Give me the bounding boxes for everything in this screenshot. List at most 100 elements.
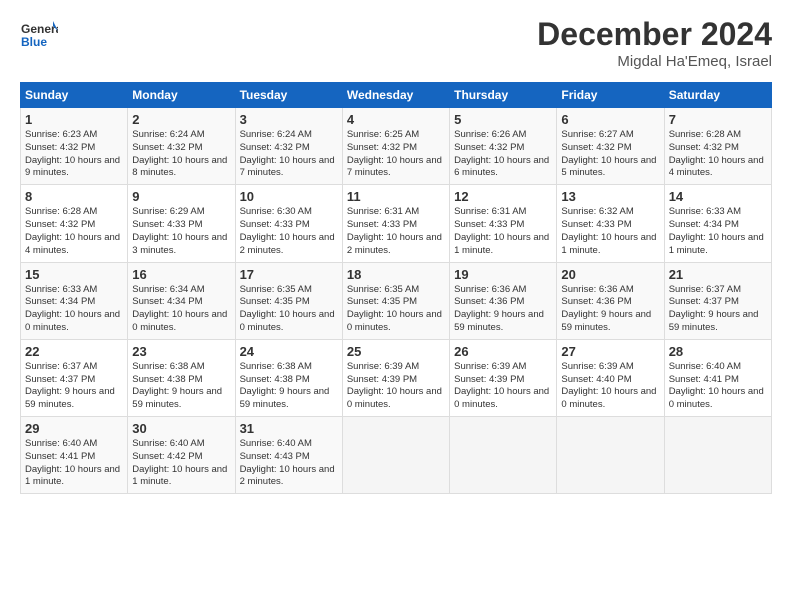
day-info: Sunrise: 6:37 AMSunset: 4:37 PMDaylight:… [25, 361, 123, 412]
table-cell: 13 Sunrise: 6:32 AMSunset: 4:33 PMDaylig… [557, 185, 664, 262]
table-cell: 28 Sunrise: 6:40 AMSunset: 4:41 PMDaylig… [664, 339, 771, 416]
day-number: 19 [454, 267, 552, 282]
day-info: Sunrise: 6:31 AMSunset: 4:33 PMDaylight:… [454, 206, 552, 257]
day-info: Sunrise: 6:35 AMSunset: 4:35 PMDaylight:… [240, 284, 338, 335]
day-number: 7 [669, 112, 767, 127]
header: General Blue December 2024 Migdal Ha'Eme… [20, 16, 772, 70]
day-info: Sunrise: 6:39 AMSunset: 4:39 PMDaylight:… [454, 361, 552, 412]
day-number: 2 [132, 112, 230, 127]
table-cell: 10 Sunrise: 6:30 AMSunset: 4:33 PMDaylig… [235, 185, 342, 262]
table-cell: 2 Sunrise: 6:24 AMSunset: 4:32 PMDayligh… [128, 108, 235, 185]
day-number: 11 [347, 189, 445, 204]
table-cell: 6 Sunrise: 6:27 AMSunset: 4:32 PMDayligh… [557, 108, 664, 185]
day-info: Sunrise: 6:25 AMSunset: 4:32 PMDaylight:… [347, 129, 445, 180]
day-number: 30 [132, 421, 230, 436]
day-info: Sunrise: 6:39 AMSunset: 4:39 PMDaylight:… [347, 361, 445, 412]
day-info: Sunrise: 6:30 AMSunset: 4:33 PMDaylight:… [240, 206, 338, 257]
table-cell: 26 Sunrise: 6:39 AMSunset: 4:39 PMDaylig… [450, 339, 557, 416]
day-number: 1 [25, 112, 123, 127]
table-cell: 14 Sunrise: 6:33 AMSunset: 4:34 PMDaylig… [664, 185, 771, 262]
day-number: 22 [25, 344, 123, 359]
day-info: Sunrise: 6:35 AMSunset: 4:35 PMDaylight:… [347, 284, 445, 335]
table-cell: 11 Sunrise: 6:31 AMSunset: 4:33 PMDaylig… [342, 185, 449, 262]
day-number: 16 [132, 267, 230, 282]
day-info: Sunrise: 6:38 AMSunset: 4:38 PMDaylight:… [132, 361, 230, 412]
month-title: December 2024 [537, 16, 772, 53]
table-cell: 20 Sunrise: 6:36 AMSunset: 4:36 PMDaylig… [557, 262, 664, 339]
day-info: Sunrise: 6:24 AMSunset: 4:32 PMDaylight:… [240, 129, 338, 180]
table-cell: 24 Sunrise: 6:38 AMSunset: 4:38 PMDaylig… [235, 339, 342, 416]
calendar-row: 15 Sunrise: 6:33 AMSunset: 4:34 PMDaylig… [21, 262, 772, 339]
table-cell: 7 Sunrise: 6:28 AMSunset: 4:32 PMDayligh… [664, 108, 771, 185]
day-info: Sunrise: 6:28 AMSunset: 4:32 PMDaylight:… [25, 206, 123, 257]
table-cell: 1 Sunrise: 6:23 AMSunset: 4:32 PMDayligh… [21, 108, 128, 185]
day-info: Sunrise: 6:40 AMSunset: 4:41 PMDaylight:… [25, 438, 123, 489]
day-info: Sunrise: 6:28 AMSunset: 4:32 PMDaylight:… [669, 129, 767, 180]
day-info: Sunrise: 6:24 AMSunset: 4:32 PMDaylight:… [132, 129, 230, 180]
location: Migdal Ha'Emeq, Israel [537, 53, 772, 70]
day-info: Sunrise: 6:32 AMSunset: 4:33 PMDaylight:… [561, 206, 659, 257]
table-cell: 30 Sunrise: 6:40 AMSunset: 4:42 PMDaylig… [128, 417, 235, 494]
day-number: 23 [132, 344, 230, 359]
day-info: Sunrise: 6:26 AMSunset: 4:32 PMDaylight:… [454, 129, 552, 180]
day-info: Sunrise: 6:31 AMSunset: 4:33 PMDaylight:… [347, 206, 445, 257]
day-number: 10 [240, 189, 338, 204]
day-info: Sunrise: 6:33 AMSunset: 4:34 PMDaylight:… [25, 284, 123, 335]
table-cell: 23 Sunrise: 6:38 AMSunset: 4:38 PMDaylig… [128, 339, 235, 416]
day-number: 13 [561, 189, 659, 204]
day-number: 21 [669, 267, 767, 282]
table-cell: 29 Sunrise: 6:40 AMSunset: 4:41 PMDaylig… [21, 417, 128, 494]
day-number: 9 [132, 189, 230, 204]
table-cell: 16 Sunrise: 6:34 AMSunset: 4:34 PMDaylig… [128, 262, 235, 339]
table-cell: 18 Sunrise: 6:35 AMSunset: 4:35 PMDaylig… [342, 262, 449, 339]
day-info: Sunrise: 6:40 AMSunset: 4:41 PMDaylight:… [669, 361, 767, 412]
day-number: 5 [454, 112, 552, 127]
table-cell: 27 Sunrise: 6:39 AMSunset: 4:40 PMDaylig… [557, 339, 664, 416]
header-monday: Monday [128, 83, 235, 108]
calendar-body: 1 Sunrise: 6:23 AMSunset: 4:32 PMDayligh… [21, 108, 772, 494]
day-number: 3 [240, 112, 338, 127]
day-number: 15 [25, 267, 123, 282]
page: General Blue December 2024 Migdal Ha'Eme… [0, 0, 792, 504]
day-info: Sunrise: 6:34 AMSunset: 4:34 PMDaylight:… [132, 284, 230, 335]
table-cell: 4 Sunrise: 6:25 AMSunset: 4:32 PMDayligh… [342, 108, 449, 185]
table-cell: 22 Sunrise: 6:37 AMSunset: 4:37 PMDaylig… [21, 339, 128, 416]
day-info: Sunrise: 6:37 AMSunset: 4:37 PMDaylight:… [669, 284, 767, 335]
calendar-row: 1 Sunrise: 6:23 AMSunset: 4:32 PMDayligh… [21, 108, 772, 185]
day-number: 20 [561, 267, 659, 282]
header-friday: Friday [557, 83, 664, 108]
day-number: 6 [561, 112, 659, 127]
header-saturday: Saturday [664, 83, 771, 108]
header-tuesday: Tuesday [235, 83, 342, 108]
header-sunday: Sunday [21, 83, 128, 108]
day-info: Sunrise: 6:23 AMSunset: 4:32 PMDaylight:… [25, 129, 123, 180]
table-cell: 25 Sunrise: 6:39 AMSunset: 4:39 PMDaylig… [342, 339, 449, 416]
day-number: 27 [561, 344, 659, 359]
calendar-row: 29 Sunrise: 6:40 AMSunset: 4:41 PMDaylig… [21, 417, 772, 494]
day-number: 26 [454, 344, 552, 359]
calendar-table: Sunday Monday Tuesday Wednesday Thursday… [20, 82, 772, 494]
table-cell: 9 Sunrise: 6:29 AMSunset: 4:33 PMDayligh… [128, 185, 235, 262]
day-info: Sunrise: 6:27 AMSunset: 4:32 PMDaylight:… [561, 129, 659, 180]
title-area: December 2024 Migdal Ha'Emeq, Israel [537, 16, 772, 70]
day-number: 25 [347, 344, 445, 359]
svg-text:Blue: Blue [21, 35, 47, 49]
day-number: 8 [25, 189, 123, 204]
table-cell: 17 Sunrise: 6:35 AMSunset: 4:35 PMDaylig… [235, 262, 342, 339]
day-number: 14 [669, 189, 767, 204]
day-info: Sunrise: 6:36 AMSunset: 4:36 PMDaylight:… [454, 284, 552, 335]
table-cell: 31 Sunrise: 6:40 AMSunset: 4:43 PMDaylig… [235, 417, 342, 494]
table-cell: 15 Sunrise: 6:33 AMSunset: 4:34 PMDaylig… [21, 262, 128, 339]
table-cell [664, 417, 771, 494]
day-number: 31 [240, 421, 338, 436]
day-info: Sunrise: 6:38 AMSunset: 4:38 PMDaylight:… [240, 361, 338, 412]
table-cell: 12 Sunrise: 6:31 AMSunset: 4:33 PMDaylig… [450, 185, 557, 262]
day-info: Sunrise: 6:40 AMSunset: 4:42 PMDaylight:… [132, 438, 230, 489]
table-cell: 5 Sunrise: 6:26 AMSunset: 4:32 PMDayligh… [450, 108, 557, 185]
logo: General Blue [20, 16, 58, 54]
table-cell: 3 Sunrise: 6:24 AMSunset: 4:32 PMDayligh… [235, 108, 342, 185]
table-cell: 8 Sunrise: 6:28 AMSunset: 4:32 PMDayligh… [21, 185, 128, 262]
day-info: Sunrise: 6:33 AMSunset: 4:34 PMDaylight:… [669, 206, 767, 257]
day-info: Sunrise: 6:40 AMSunset: 4:43 PMDaylight:… [240, 438, 338, 489]
day-number: 17 [240, 267, 338, 282]
